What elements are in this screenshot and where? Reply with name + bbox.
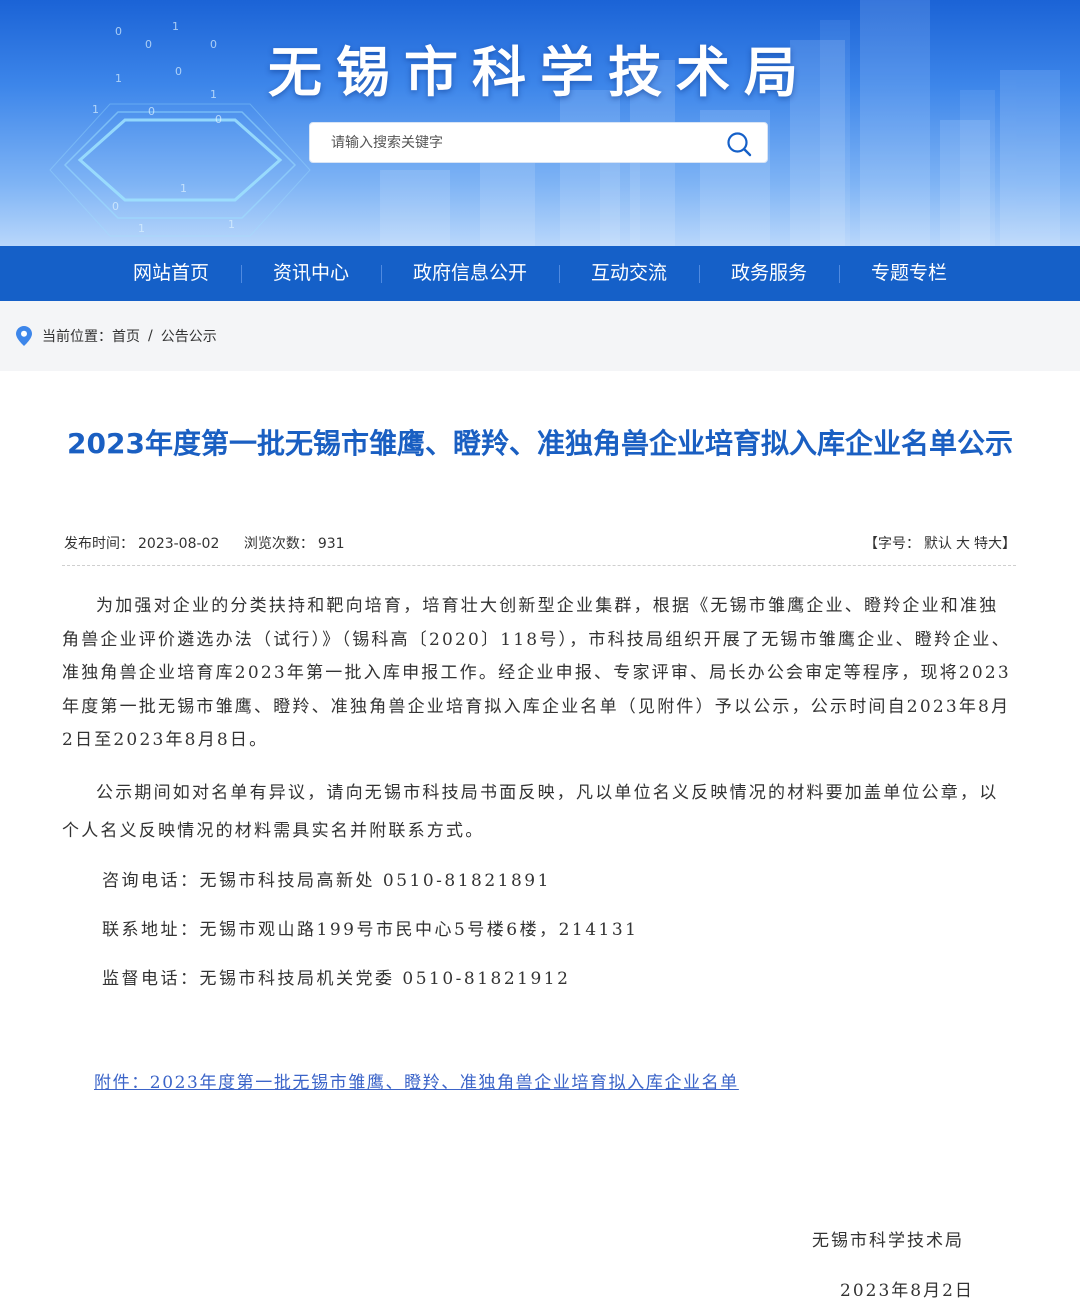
publish-date: 2023-08-02 xyxy=(138,536,220,552)
breadcrumb: 当前位置： 首页 / 公告公示 xyxy=(0,301,1080,371)
contact-phone: 咨询电话：无锡市科技局高新处 0510-81821891 xyxy=(102,871,551,891)
article-paragraph-1: 为加强对企业的分类扶持和靶向培育，培育壮大创新型企业集群，根据《无锡市雏鹰企业、… xyxy=(62,596,1011,750)
publish-label: 发布时间： xyxy=(64,536,134,552)
svg-text:0: 0 xyxy=(215,113,222,126)
location-pin-icon xyxy=(16,326,32,346)
contact-address: 联系地址：无锡市观山路199号市民中心5号楼6楼，214131 xyxy=(102,920,639,940)
breadcrumb-home-link[interactable]: 首页 xyxy=(112,326,140,346)
header-banner: 001 010 101 010 11 无锡市科学技术局 xyxy=(0,0,1080,246)
font-size-prefix: 【字号： xyxy=(864,536,920,552)
nav-item-services[interactable]: 政务服务 xyxy=(699,246,839,301)
meta-divider xyxy=(62,565,1016,566)
svg-text:1: 1 xyxy=(180,182,187,195)
article-body: 为加强对企业的分类扶持和靶向培育，培育壮大创新型企业集群，根据《无锡市雏鹰企业、… xyxy=(62,590,1014,850)
article-title: 2023年度第一批无锡市雏鹰、瞪羚、准独角兽企业培育拟入库企业名单公示 xyxy=(67,427,1013,460)
sign-date: 2023年8月2日 xyxy=(840,1281,974,1301)
main-nav: 网站首页 资讯中心 政府信息公开 互动交流 政务服务 专题专栏 xyxy=(0,246,1080,301)
signature: 无锡市科学技术局 xyxy=(812,1231,964,1251)
nav-item-home[interactable]: 网站首页 xyxy=(101,246,241,301)
site-title: 无锡市科学技术局 xyxy=(268,41,812,104)
article-meta: 发布时间： 2023-08-02 浏览次数： 931 【字号： 默认大特大】 xyxy=(64,530,1016,556)
breadcrumb-current-link[interactable]: 公告公示 xyxy=(161,326,217,346)
nav-item-topics[interactable]: 专题专栏 xyxy=(839,246,979,301)
font-size-large-button[interactable]: 大 xyxy=(956,536,970,552)
attachment-link[interactable]: 附件：2023年度第一批无锡市雏鹰、瞪羚、准独角兽企业培育拟入库企业名单 xyxy=(94,1068,739,1093)
font-size-default-button[interactable]: 默认 xyxy=(924,536,952,552)
font-size-control: 【字号： 默认大特大】 xyxy=(864,533,1016,553)
views-count: 931 xyxy=(317,536,345,552)
views-label: 浏览次数： xyxy=(243,536,314,552)
svg-text:1: 1 xyxy=(138,222,145,235)
article-meta-info: 发布时间： 2023-08-02 浏览次数： 931 xyxy=(64,533,349,553)
breadcrumb-separator: / xyxy=(148,328,153,344)
article-paragraph-2: 公示期间如对名单有异议，请向无锡市科技局书面反映，凡以单位名义反映情况的材料要加… xyxy=(62,782,999,841)
nav-item-news[interactable]: 资讯中心 xyxy=(240,246,381,301)
breadcrumb-label: 当前位置： xyxy=(42,329,112,345)
font-size-suffix: 】 xyxy=(1002,536,1016,552)
nav-item-interaction[interactable]: 互动交流 xyxy=(559,246,699,301)
search-box xyxy=(309,122,768,163)
supervise-phone: 监督电话：无锡市科技局机关党委 0510-81821912 xyxy=(102,969,571,989)
search-input[interactable] xyxy=(310,123,710,162)
svg-text:1: 1 xyxy=(228,218,235,231)
svg-text:0: 0 xyxy=(112,200,119,213)
font-size-xlarge-button[interactable]: 特大 xyxy=(974,536,1002,552)
search-icon[interactable] xyxy=(725,130,753,158)
nav-item-gov-info[interactable]: 政府信息公开 xyxy=(380,246,559,301)
